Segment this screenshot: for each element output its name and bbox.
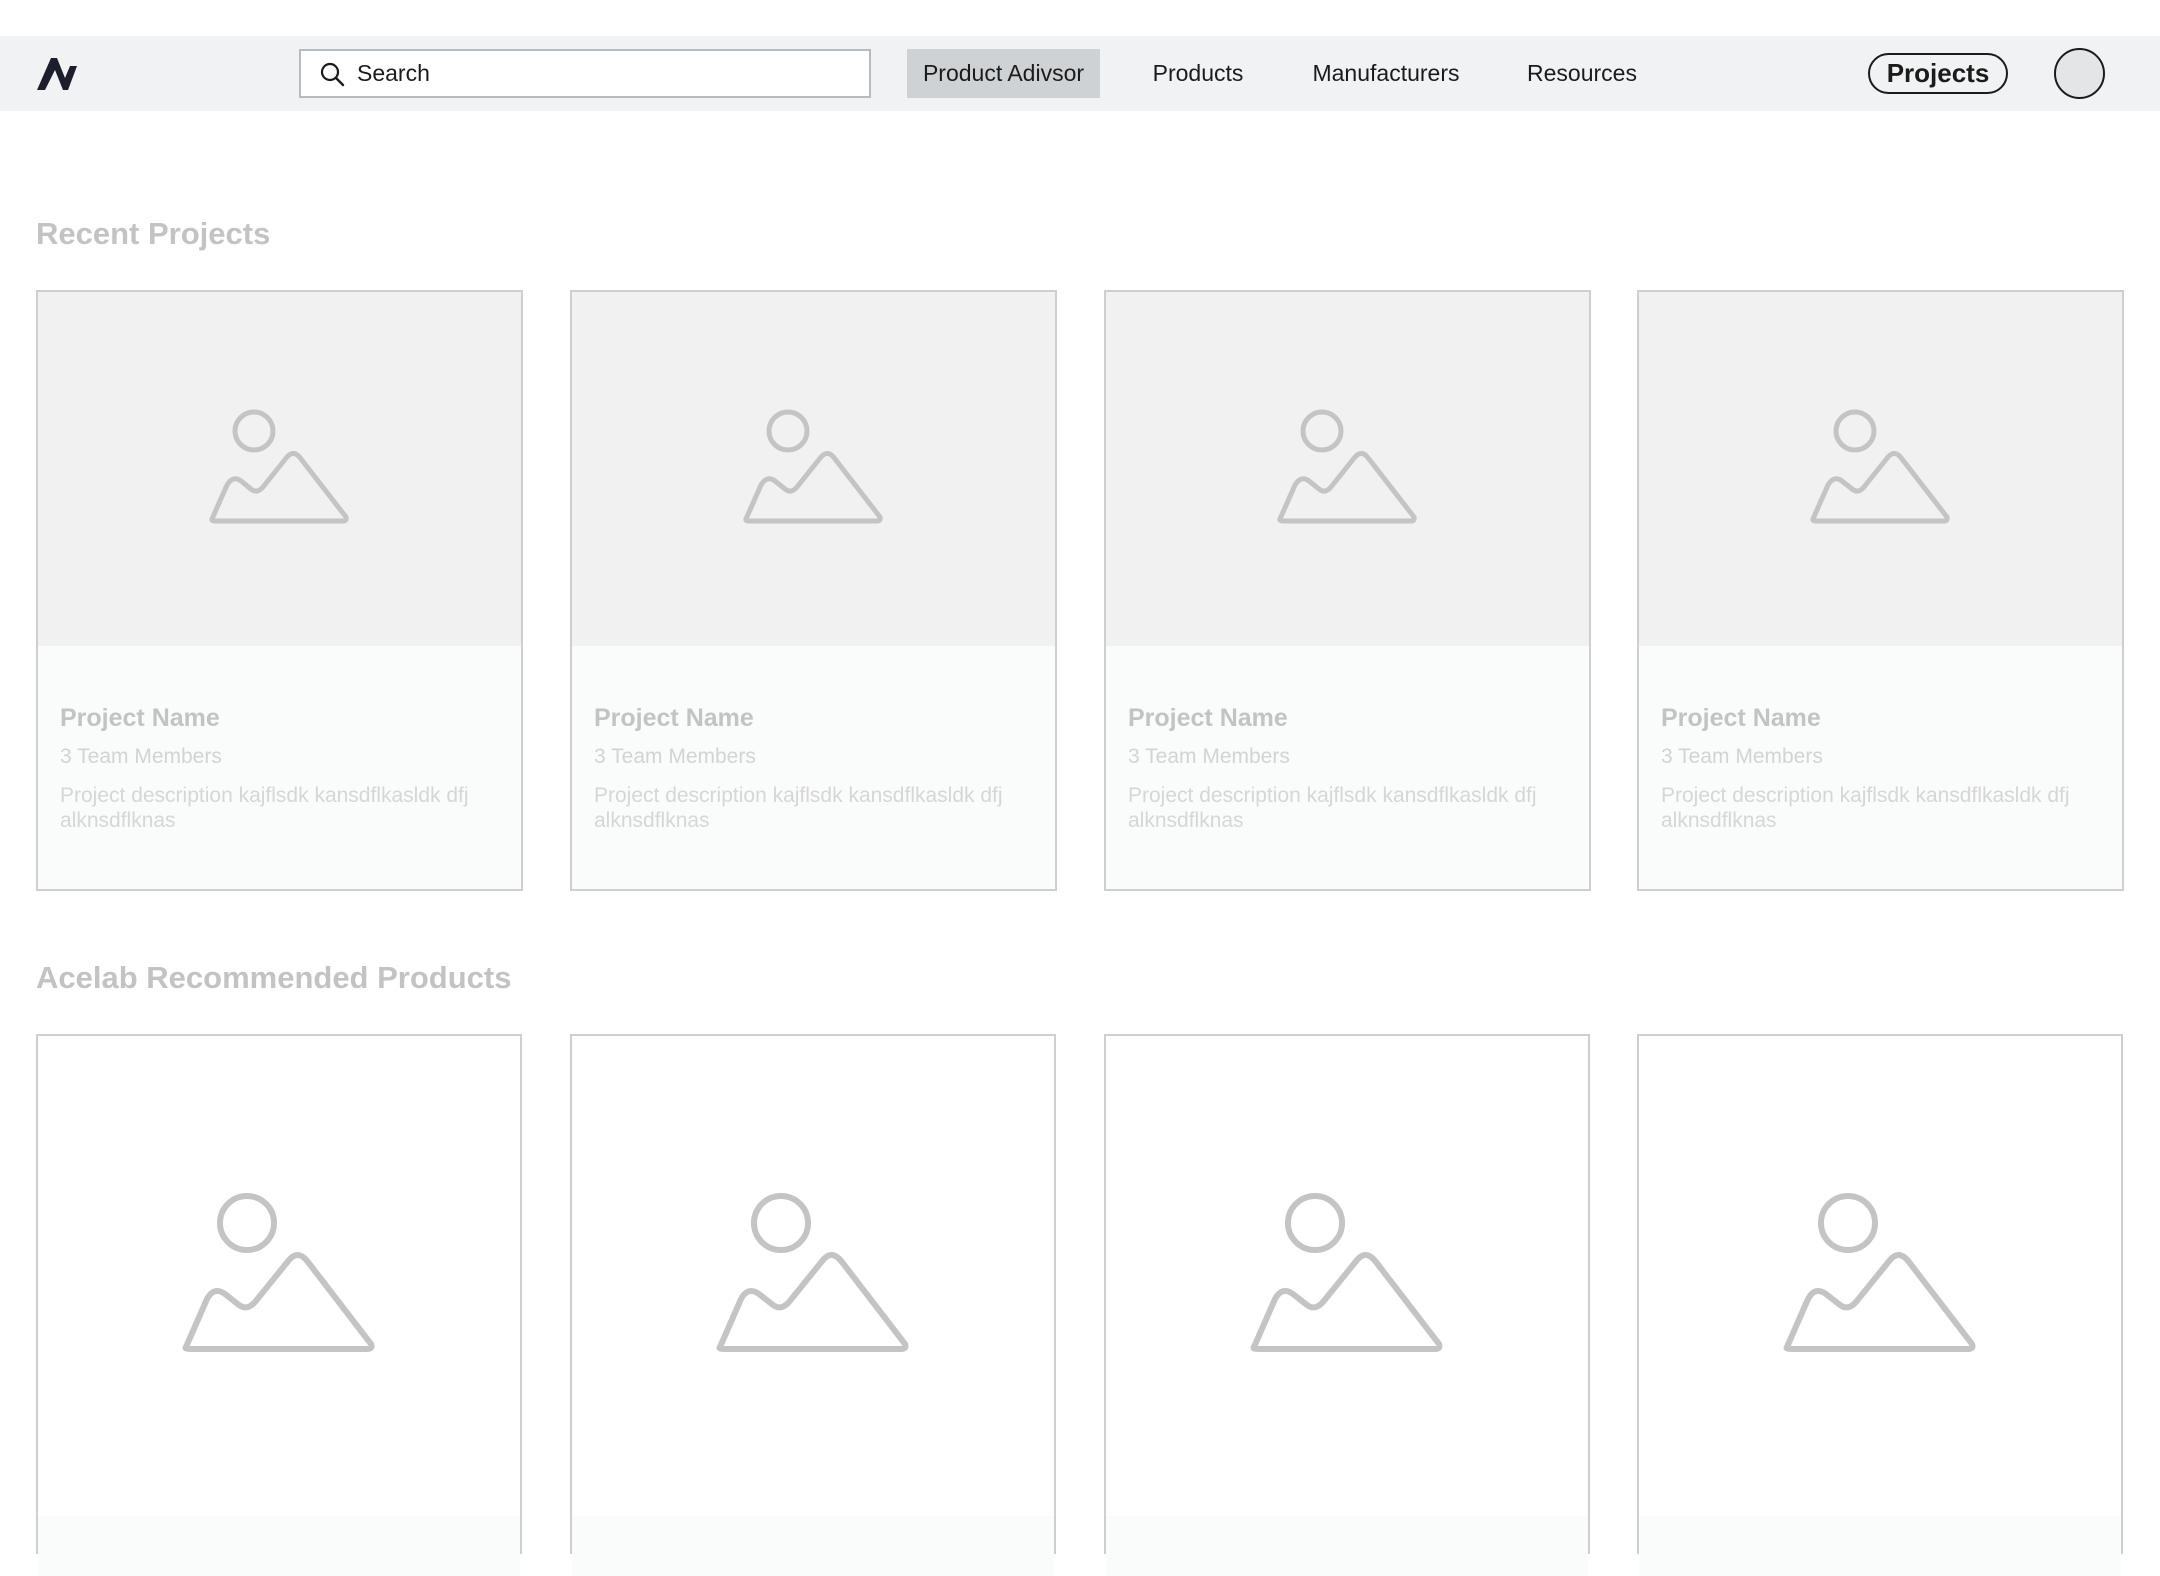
recent-projects-heading: Recent Projects (36, 216, 271, 251)
product-thumbnail (1639, 1036, 2121, 1516)
product-card-footer (38, 1516, 520, 1576)
projects-button[interactable]: Projects (1868, 53, 2008, 94)
project-thumbnail (1106, 292, 1589, 646)
image-placeholder-icon (742, 409, 883, 524)
project-description: Project description kajflsdk kansdflkasl… (594, 784, 1003, 832)
product-card[interactable] (1637, 1034, 2123, 1576)
image-placeholder-icon (716, 1193, 909, 1352)
project-card[interactable]: Project Name 3 Team Members Project desc… (36, 290, 523, 891)
product-card[interactable] (36, 1034, 522, 1576)
project-name: Project Name (1661, 704, 1821, 732)
project-description: Project description kajflsdk kansdflkasl… (60, 784, 469, 832)
image-placeholder-icon (208, 409, 349, 524)
project-members: 3 Team Members (60, 745, 222, 768)
search-input[interactable] (355, 59, 835, 88)
project-name: Project Name (594, 704, 754, 732)
project-description: Project description kajflsdk kansdflkasl… (1661, 784, 2070, 832)
search-bar[interactable] (299, 49, 871, 98)
search-icon (317, 59, 347, 89)
project-members: 3 Team Members (1128, 745, 1290, 768)
product-card-footer (1106, 1516, 1588, 1576)
top-navbar: Product Adivsor Products Manufacturers R… (0, 36, 2160, 111)
project-card[interactable]: Project Name 3 Team Members Project desc… (1637, 290, 2124, 891)
image-placeholder-icon (1250, 1193, 1443, 1352)
recommended-products-heading: Acelab Recommended Products (36, 960, 512, 995)
project-members: 3 Team Members (594, 745, 756, 768)
project-members: 3 Team Members (1661, 745, 1823, 768)
avatar[interactable] (2054, 48, 2105, 99)
brand-logo-icon[interactable] (35, 54, 85, 94)
image-placeholder-icon (182, 1193, 375, 1352)
product-thumbnail (38, 1036, 520, 1516)
project-description: Project description kajflsdk kansdflkasl… (1128, 784, 1537, 832)
nav-item-resources[interactable]: Resources (1514, 49, 1650, 98)
product-card[interactable] (570, 1034, 1056, 1576)
product-thumbnail (1106, 1036, 1588, 1516)
product-card-footer (572, 1516, 1054, 1576)
product-card-footer (1639, 1516, 2121, 1576)
image-placeholder-icon (1809, 409, 1950, 524)
image-placeholder-icon (1276, 409, 1417, 524)
nav-item-products[interactable]: Products (1130, 49, 1266, 98)
nav-item-product-advisor[interactable]: Product Adivsor (907, 49, 1100, 98)
nav-item-manufacturers[interactable]: Manufacturers (1300, 49, 1472, 98)
project-thumbnail (572, 292, 1055, 646)
project-thumbnail (1639, 292, 2122, 646)
project-card[interactable]: Project Name 3 Team Members Project desc… (1104, 290, 1591, 891)
product-thumbnail (572, 1036, 1054, 1516)
project-card[interactable]: Project Name 3 Team Members Project desc… (570, 290, 1057, 891)
project-thumbnail (38, 292, 521, 646)
project-name: Project Name (1128, 704, 1288, 732)
image-placeholder-icon (1783, 1193, 1976, 1352)
project-name: Project Name (60, 704, 220, 732)
product-card[interactable] (1104, 1034, 1590, 1576)
